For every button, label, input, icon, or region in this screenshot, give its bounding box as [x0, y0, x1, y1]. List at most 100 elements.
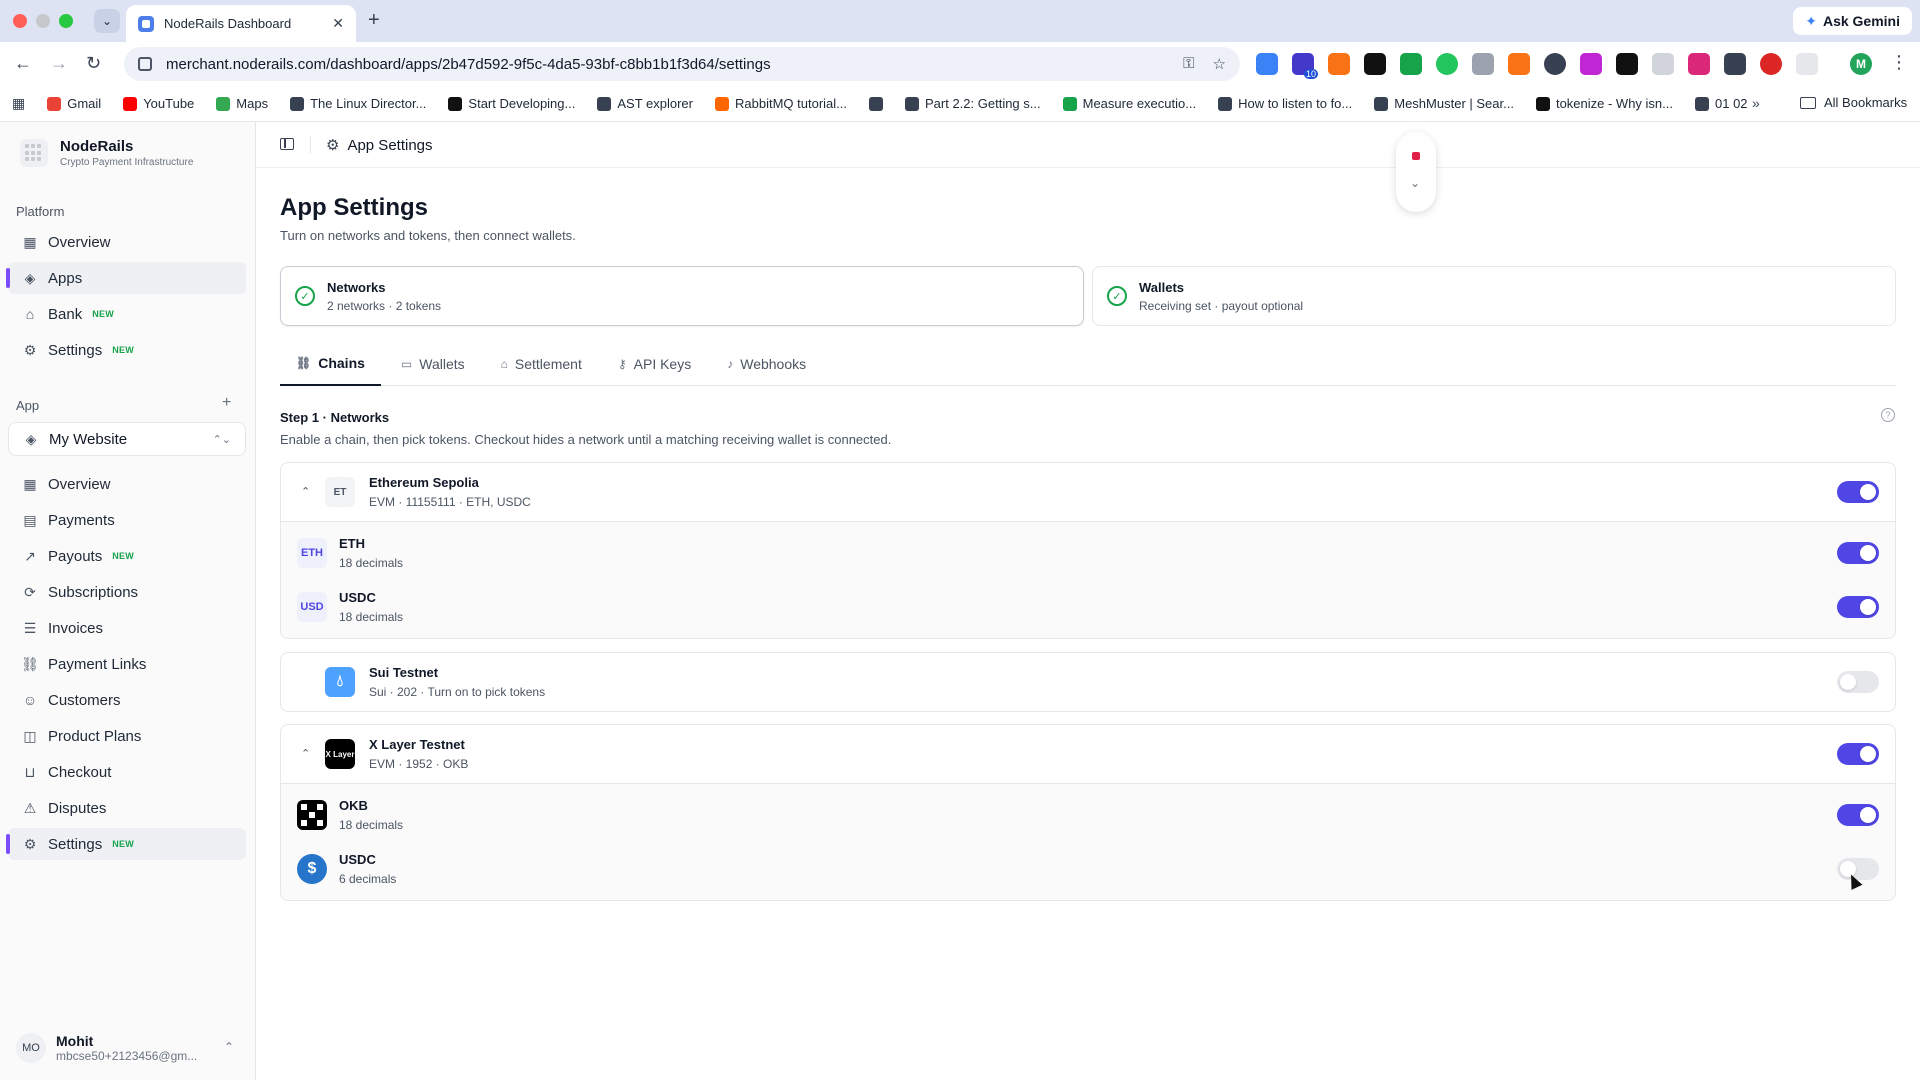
maximize-window-button[interactable]	[59, 14, 73, 28]
apps-grid-icon[interactable]: ▦	[12, 95, 25, 112]
bookmarks-list: Gmail YouTube Maps The Linux Director... Sta…	[47, 96, 1769, 111]
chevron-up-icon[interactable]: ⌃	[301, 485, 310, 498]
brand[interactable]: NodeRails Crypto Payment Infrastructure	[20, 138, 193, 168]
download-arrow-icon[interactable]	[1400, 53, 1422, 75]
new-tab-plus-icon[interactable]: +	[368, 10, 380, 30]
chevron-up-icon[interactable]: ⌃	[301, 747, 310, 760]
profile-avatar[interactable]: M	[1850, 53, 1872, 75]
user-menu[interactable]: MO Mohit mbcse50+2123456@gm... ⌃	[16, 1028, 240, 1068]
help-circle-icon[interactable]: ?	[1881, 408, 1895, 422]
add-app-plus-icon[interactable]: +	[222, 394, 231, 412]
sidebar-item-payments[interactable]: ▤ Payments	[8, 504, 246, 536]
bookmark-item[interactable]	[869, 96, 883, 111]
tab-webhooks[interactable]: ♪ Webhooks	[711, 342, 822, 386]
metamask-fox-icon[interactable]	[1328, 53, 1350, 75]
sidebar-item-checkout[interactable]: ⊔ Checkout	[8, 756, 246, 788]
bookmark-item[interactable]: Start Developing...	[448, 96, 575, 111]
network-header[interactable]: ⌃ X Layer X Layer Testnet EVM · 1952 · O…	[281, 725, 1895, 783]
extension-icon[interactable]	[1544, 53, 1566, 75]
minimize-window-button[interactable]	[36, 14, 50, 28]
extensions-row: 10	[1256, 53, 1818, 79]
extension-icon[interactable]	[1724, 53, 1746, 75]
extension-icon[interactable]	[1256, 53, 1278, 75]
sidebar-item-subscriptions[interactable]: ⟳ Subscriptions	[8, 576, 246, 608]
claude-sparkle-icon[interactable]	[1508, 53, 1530, 75]
sidebar-item-product-plans[interactable]: ◫ Product Plans	[8, 720, 246, 752]
sidebar-item-payouts[interactable]: ↗ Payouts NEW	[8, 540, 246, 572]
browser-tab-active[interactable]: NodeRails Dashboard ✕	[126, 5, 356, 42]
bookmark-item[interactable]: YouTube	[123, 96, 194, 111]
wallets-status-card[interactable]: ✓ Wallets Receiving set · payout optiona…	[1092, 266, 1896, 326]
browser-menu-icon[interactable]: ⋮	[1890, 52, 1908, 73]
network-toggle[interactable]	[1837, 743, 1879, 765]
tab-settlement[interactable]: ⌂ Settlement	[485, 342, 598, 386]
bookmark-item[interactable]: The Linux Director...	[290, 96, 426, 111]
close-window-button[interactable]	[13, 14, 27, 28]
extensions-puzzle-icon[interactable]	[1796, 53, 1818, 75]
tab-close-icon[interactable]: ✕	[332, 15, 344, 32]
sidebar-item-settings[interactable]: ⚙ Settings NEW	[8, 334, 246, 366]
sidebar-item-overview[interactable]: ▦ Overview	[8, 468, 246, 500]
forward-arrow-icon[interactable]: →	[50, 53, 68, 73]
sidebar-item-overview[interactable]: ▦ Overview	[8, 226, 246, 258]
bookmark-item[interactable]: MeshMuster | Sear...	[1374, 96, 1514, 111]
chevron-down-icon[interactable]: ⌄	[1410, 176, 1420, 190]
extension-icon[interactable]	[1688, 53, 1710, 75]
sidebar-item-payment-links[interactable]: ⛓ Payment Links	[8, 648, 246, 680]
sidebar-item-apps[interactable]: ◈ Apps	[6, 262, 246, 294]
bookmark-item[interactable]: How to listen to fo...	[1218, 96, 1352, 111]
network-card-ethereum-sepolia: ⌃ ET Ethereum Sepolia EVM · 11155111 · E…	[280, 462, 1896, 639]
network-header[interactable]: ⌃ ET Ethereum Sepolia EVM · 11155111 · E…	[281, 463, 1895, 521]
recording-widget[interactable]: ⌄	[1396, 132, 1436, 212]
more-bookmarks-icon[interactable]: »	[1752, 95, 1760, 111]
medium-icon[interactable]	[1364, 53, 1386, 75]
extension-icon[interactable]	[1436, 53, 1458, 75]
stop-recording-icon[interactable]	[1412, 152, 1420, 160]
token-toggle[interactable]	[1837, 542, 1879, 564]
network-header[interactable]: 💧︎ Sui Testnet Sui · 202 · Turn on to pi…	[281, 653, 1895, 711]
network-name: Ethereum Sepolia	[369, 475, 479, 490]
bookmark-item[interactable]: Part 2.2: Getting s...	[905, 96, 1041, 111]
extension-icon[interactable]	[1652, 53, 1674, 75]
bookmark-item[interactable]: 01 02	[1695, 96, 1748, 111]
bookmark-item[interactable]: AST explorer	[597, 96, 693, 111]
sidebar-item-disputes[interactable]: ⚠ Disputes	[8, 792, 246, 824]
password-key-icon[interactable]: ⚿	[1183, 55, 1194, 73]
sidebar-item-settings[interactable]: ⚙ Settings NEW	[6, 828, 246, 860]
reload-icon[interactable]: ↻	[86, 53, 101, 73]
extension-icon[interactable]	[1616, 53, 1638, 75]
site-info-icon[interactable]	[138, 57, 152, 71]
extension-icon[interactable]: 10	[1292, 53, 1318, 79]
address-bar[interactable]: merchant.noderails.com/dashboard/apps/2b…	[124, 47, 1240, 81]
layers-icon: ◈	[25, 430, 37, 447]
bookmark-item[interactable]: Maps	[216, 96, 268, 111]
tab-wallets[interactable]: ▭ Wallets	[385, 342, 481, 386]
tab-api-keys[interactable]: ⚷ API Keys	[602, 342, 707, 386]
app-selector[interactable]: ◈ My Website ⌃⌄	[8, 422, 246, 456]
extension-icon[interactable]	[1760, 53, 1782, 75]
extension-icon[interactable]	[1472, 53, 1494, 75]
back-arrow-icon[interactable]: ←	[14, 53, 32, 73]
bookmark-item[interactable]: Gmail	[47, 96, 101, 111]
sidebar-item-bank[interactable]: ⌂ Bank NEW	[8, 298, 246, 330]
eth-token-icon: ETH	[297, 538, 327, 568]
bookmark-item[interactable]: Measure executio...	[1062, 96, 1196, 111]
sidebar-item-customers[interactable]: ☺ Customers	[8, 684, 246, 716]
token-toggle[interactable]	[1837, 804, 1879, 826]
tab-chains[interactable]: ⛓ Chains	[280, 342, 381, 386]
sidebar-toggle-icon[interactable]	[280, 138, 294, 150]
bookmark-item[interactable]: RabbitMQ tutorial...	[715, 96, 847, 111]
networks-status-card[interactable]: ✓ Networks 2 networks · 2 tokens	[280, 266, 1084, 326]
extension-icon[interactable]	[1580, 53, 1602, 75]
ask-gemini-button[interactable]: ✦ Ask Gemini	[1793, 7, 1912, 35]
bookmark-star-icon[interactable]: ☆	[1213, 55, 1226, 73]
token-toggle[interactable]	[1837, 596, 1879, 618]
all-bookmarks-button[interactable]: All Bookmarks	[1800, 95, 1907, 110]
bookmark-favicon-icon	[905, 96, 919, 111]
sidebar-item-invoices[interactable]: ☰ Invoices	[8, 612, 246, 644]
network-toggle[interactable]	[1837, 671, 1879, 693]
usdc-token-icon: USD	[297, 592, 327, 622]
network-toggle[interactable]	[1837, 481, 1879, 503]
bookmark-item[interactable]: tokenize - Why isn...	[1535, 96, 1673, 111]
tab-search-chevron-icon[interactable]: ⌄	[94, 9, 120, 33]
